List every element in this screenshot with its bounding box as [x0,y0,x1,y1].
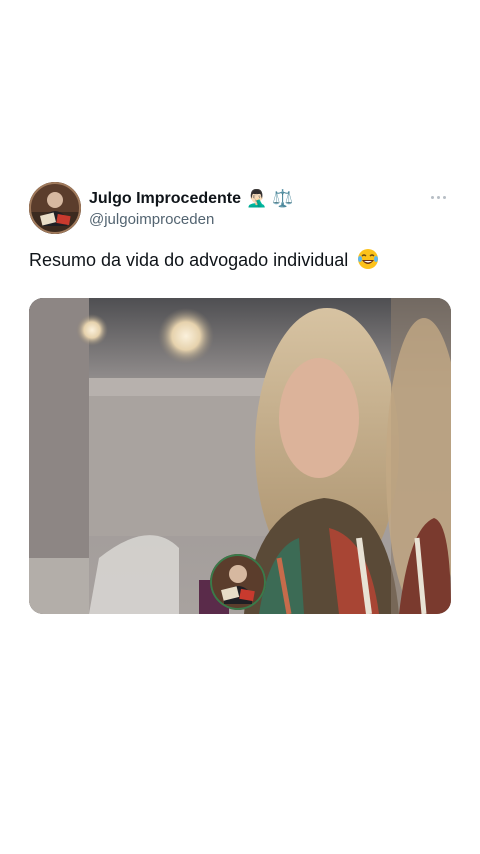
avatar-image [29,182,81,234]
display-name[interactable]: Julgo Improcedente [89,190,241,208]
user-handle[interactable]: @julgoimproceden [89,211,293,228]
display-name-row: Julgo Improcedente 🤦🏻‍♂️ ⚖️ [89,188,293,210]
tweet-text: Resumo da vida do advogado individual [29,250,349,270]
facepalm-emoji-icon: 🤦🏻‍♂️ [246,189,268,209]
video-media[interactable] [29,298,451,614]
more-dot [431,195,434,199]
avatar[interactable] [29,182,81,234]
laughing-with-tears-emoji-icon [357,248,379,276]
user-names: Julgo Improcedente 🤦🏻‍♂️ ⚖️ @julgoimproc… [89,188,293,228]
page: Julgo Improcedente 🤦🏻‍♂️ ⚖️ @julgoimproc… [0,0,480,854]
more-dot [437,195,440,199]
tweet-card[interactable]: Julgo Improcedente 🤦🏻‍♂️ ⚖️ @julgoimproc… [29,182,451,614]
scales-emoji-icon: ⚖️ [272,189,294,209]
profile-watermark-icon [210,554,266,610]
tweet-header: Julgo Improcedente 🤦🏻‍♂️ ⚖️ @julgoimproc… [29,182,451,236]
more-horizontal-icon[interactable] [431,194,449,200]
tweet-text-row: Resumo da vida do advogado individual [29,248,451,276]
more-dot [443,195,446,199]
